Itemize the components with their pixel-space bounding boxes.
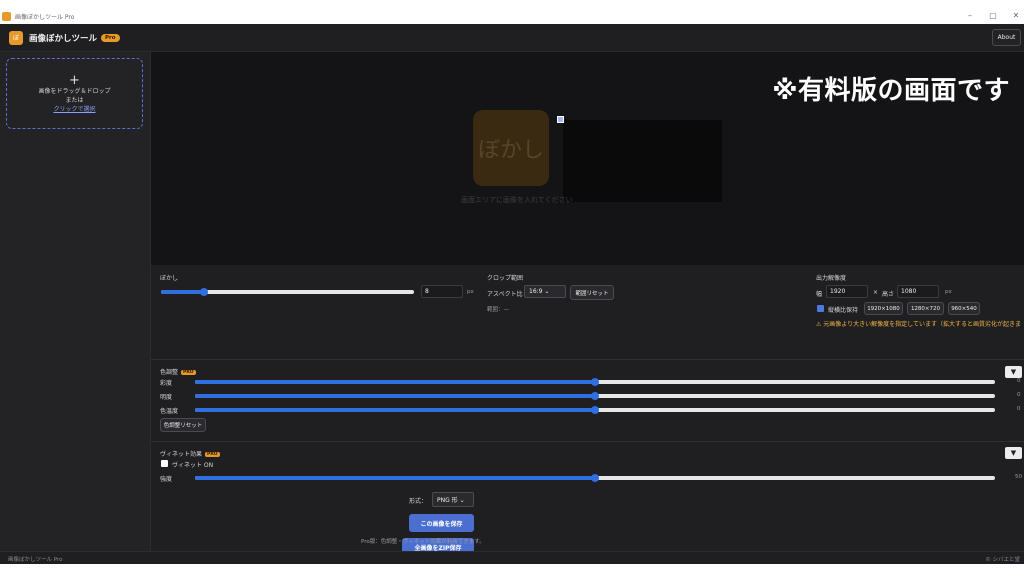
maximize-icon[interactable]: ▢ [987,11,999,20]
app-header: ぼ 画像ぼかしツール Pro About [0,24,1024,52]
format-value: PNG 形 [437,497,458,504]
width-label: 幅 [816,291,823,298]
watermark-text: ※有料版の画面です [772,76,1010,106]
status-bar: 画像ぼかしツール Pro © シバエと堂 [0,551,1024,564]
vignette-title: ヴィネット効果 [160,451,203,458]
crop-label: クロップ範囲 [487,275,524,282]
pro-badge: PRO [181,370,196,375]
save-image-button[interactable]: この画像を保存 [409,514,474,532]
pro-badge: PRO [205,452,220,457]
saturation-slider[interactable] [195,378,995,386]
footer-app-name: 画像ぼかしツール Pro [8,557,63,563]
times-sep: × [873,289,879,296]
brightness-fill [195,394,595,398]
temperature-value: 0 [1017,406,1021,412]
strength-knob[interactable] [591,474,599,482]
close-icon[interactable]: ✕ [1010,11,1022,20]
temperature-fill [195,408,595,412]
format-label: 形式： [409,498,428,505]
aspect-label: アスペクト比 [487,291,523,298]
vignette-collapse-button[interactable]: ▼ [1005,447,1022,459]
preset-1920-button[interactable]: 1920×1080 [864,302,903,315]
sidebar: + 画像をドラッグ＆ドロップ または クリックで選択 [0,52,151,551]
temperature-knob[interactable] [591,406,599,414]
image-dropzone[interactable]: + 画像をドラッグ＆ドロップ または クリックで選択 [6,58,143,129]
brightness-slider[interactable] [195,392,995,400]
keep-ratio-checkbox[interactable] [817,305,824,312]
pro-badge: Pro [101,33,120,42]
logo-icon: ぼ [9,30,23,45]
blur-slider-knob[interactable] [200,288,208,296]
width-input[interactable]: 1920 [826,285,868,298]
divider [151,359,1024,360]
brightness-label: 明度 [160,394,173,401]
pro-note: Pro版：色調整・ヴィネット効果が利用できます。 [361,539,485,545]
format-select[interactable]: PNG 形 ⌄ [432,492,474,507]
chevron-down-icon: ⌄ [544,288,550,295]
strength-value: 50 [1015,474,1022,480]
controls-panel: ぼかし 8 px クロップ範囲 アスペクト比 16:9 ⌄ 範囲リセット 範囲：… [151,265,1024,556]
output-label: 出力解像度 [816,275,847,282]
aspect-value: 16:9 [529,288,543,295]
color-collapse-button[interactable]: ▼ [1005,366,1022,378]
blur-slider-fill [161,290,204,294]
saturation-label: 彩度 [160,380,173,387]
crop-range-text: 範囲：— [487,307,510,313]
strength-label: 強度 [160,476,173,483]
vignette-checkbox[interactable] [161,460,168,467]
window-titlebar: 画像ぼかしツール Pro – ▢ ✕ [0,9,1024,24]
brightness-knob[interactable] [591,392,599,400]
blur-label: ぼかし [160,275,179,282]
preset-1280-button[interactable]: 1280×720 [907,302,944,315]
height-label: 高さ [882,291,895,298]
chevron-down-icon: ⌄ [459,497,465,504]
saturation-knob[interactable] [591,378,599,386]
keep-ratio-label: 縦横比保持 [828,307,859,314]
temperature-slider[interactable] [195,406,995,414]
saturation-value: 0 [1017,378,1021,384]
brightness-value: 0 [1017,392,1021,398]
divider [151,441,1024,442]
output-unit: px [945,289,952,295]
app-icon [2,12,11,21]
height-input[interactable]: 1080 [897,285,939,298]
blur-value-input[interactable]: 8 [421,285,463,298]
placeholder-logo: ぼかし [473,110,549,186]
placeholder-text: 画面エリアに画像を入れてください [461,196,573,204]
blur-unit: px [467,289,474,295]
color-reset-button[interactable]: 色調整リセット [160,418,206,432]
strength-slider[interactable] [195,474,995,482]
temperature-label: 色温度 [160,408,179,415]
footer-copyright: © シバエと堂 [985,557,1020,563]
minimize-icon[interactable]: – [964,11,976,20]
crop-region[interactable] [563,120,722,202]
app-root: ぼ 画像ぼかしツール Pro About + 画像をドラッグ＆ドロップ または … [0,24,1024,564]
aspect-select[interactable]: 16:9 ⌄ [524,285,566,298]
vignette-label: ヴィネット効果 PRO [160,449,220,458]
color-adjust-label: 色調整 PRO [160,367,196,376]
select-file-link[interactable]: クリックで選択 [53,105,95,114]
crop-reset-button[interactable]: 範囲リセット [570,285,614,300]
dropzone-text: 画像をドラッグ＆ドロップ [38,87,111,95]
vignette-toggle-label: ヴィネット ON [172,462,214,469]
dropzone-or: または [65,96,84,104]
strength-fill [195,476,595,480]
window-title: 画像ぼかしツール Pro [15,14,75,21]
preset-960-button[interactable]: 960×540 [948,302,980,315]
plus-icon: + [69,72,80,88]
app-name: 画像ぼかしツール [29,33,98,44]
blur-slider[interactable] [161,288,414,296]
color-adjust-title: 色調整 [160,369,179,376]
resolution-warning: ⚠ 元画像より大きい解像度を指定しています（拡大すると画質劣化が起きます） [816,321,1021,328]
preview-canvas[interactable]: ぼかし 画面エリアに画像を入れてください ※有料版の画面です [151,52,1024,265]
saturation-fill [195,380,595,384]
about-button[interactable]: About [992,29,1021,46]
crop-handle[interactable] [557,116,564,123]
